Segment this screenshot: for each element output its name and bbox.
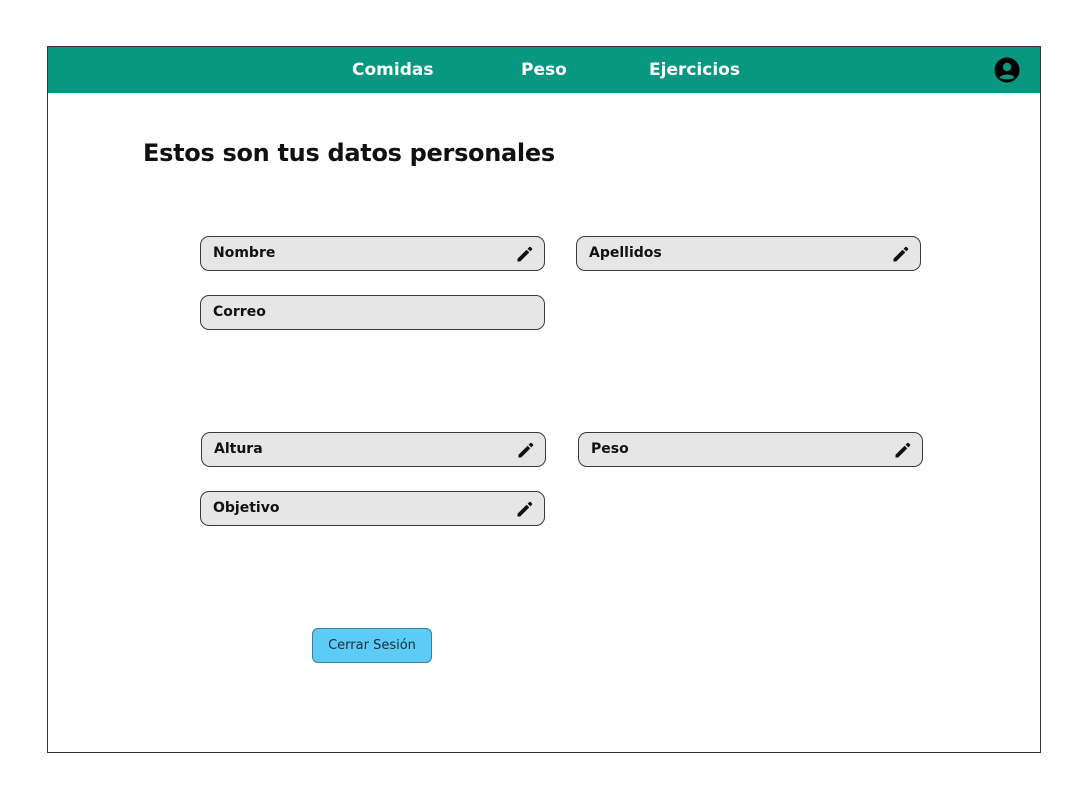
logout-button[interactable]: Cerrar Sesión (312, 628, 432, 663)
peso-field[interactable]: Peso (578, 432, 923, 467)
objetivo-label: Objetivo (213, 500, 280, 516)
nav-item-comidas[interactable]: Comidas (352, 60, 433, 80)
nombre-label: Nombre (213, 245, 276, 261)
pencil-icon[interactable] (515, 244, 535, 264)
app-frame: Comidas Peso Ejercicios Estos son tus da… (47, 46, 1041, 753)
pencil-icon[interactable] (891, 244, 911, 264)
page-title: Estos son tus datos personales (143, 139, 555, 167)
apellidos-field[interactable]: Apellidos (576, 236, 921, 271)
top-navbar: Comidas Peso Ejercicios (48, 47, 1040, 93)
peso-label: Peso (591, 441, 629, 457)
correo-label: Correo (213, 304, 266, 320)
pencil-icon[interactable] (515, 499, 535, 519)
pencil-icon[interactable] (516, 440, 536, 460)
nav-item-peso[interactable]: Peso (521, 60, 567, 80)
account-circle-icon[interactable] (994, 57, 1020, 83)
objetivo-field[interactable]: Objetivo (200, 491, 545, 526)
altura-field[interactable]: Altura (201, 432, 546, 467)
pencil-icon[interactable] (893, 440, 913, 460)
apellidos-label: Apellidos (589, 245, 662, 261)
correo-field[interactable]: Correo (200, 295, 545, 330)
nombre-field[interactable]: Nombre (200, 236, 545, 271)
nav-item-ejercicios[interactable]: Ejercicios (649, 60, 740, 80)
altura-label: Altura (214, 441, 263, 457)
